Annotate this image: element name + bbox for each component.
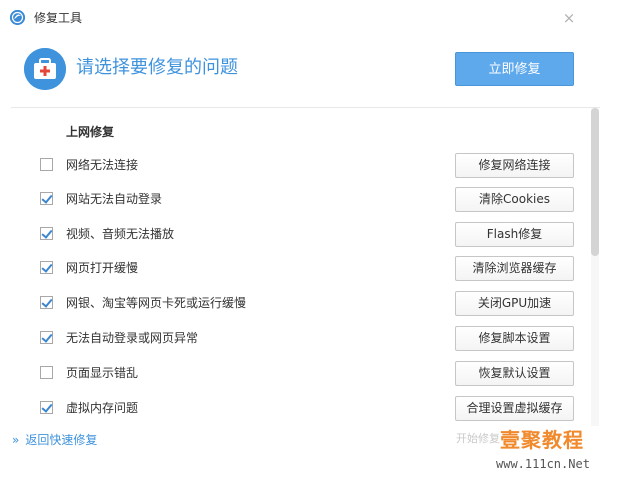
title-bar: 修复工具 × xyxy=(0,0,623,34)
item-repair-button[interactable]: 修复网络连接 xyxy=(455,153,574,178)
list-item: 虚拟内存问题 合理设置虚拟缓存 xyxy=(0,396,600,422)
item-checkbox[interactable] xyxy=(40,401,53,414)
close-button[interactable]: × xyxy=(561,9,577,27)
fix-now-button[interactable]: 立即修复 xyxy=(455,52,574,86)
watermark-hint-text: 开始修复 xyxy=(456,432,500,445)
item-label: 视频、音频无法播放 xyxy=(66,227,175,241)
item-label: 虚拟内存问题 xyxy=(66,401,139,415)
list-item: 页面显示错乱 恢复默认设置 xyxy=(0,361,600,387)
list-item: 视频、音频无法播放 Flash修复 xyxy=(0,222,600,248)
item-label: 页面显示错乱 xyxy=(66,366,139,380)
repair-list: 上网修复 网络无法连接 修复网络连接 网站无法自动登录 清除Cookies 视频… xyxy=(0,108,623,426)
item-repair-button[interactable]: Flash修复 xyxy=(455,222,574,247)
item-label: 网页打开缓慢 xyxy=(66,261,139,275)
back-link-label: 返回快速修复 xyxy=(25,433,98,447)
list-item: 网络无法连接 修复网络连接 xyxy=(0,153,600,179)
list-item: 网银、淘宝等网页卡死或运行缓慢 关闭GPU加速 xyxy=(0,291,600,317)
window-title: 修复工具 xyxy=(34,11,83,25)
item-repair-button[interactable]: 修复脚本设置 xyxy=(455,326,574,351)
page-title: 请选择要修复的问题 xyxy=(76,57,238,78)
list-item: 网站无法自动登录 清除Cookies xyxy=(0,187,600,213)
item-checkbox[interactable] xyxy=(40,192,53,205)
header: 请选择要修复的问题 立即修复 xyxy=(0,34,623,106)
item-repair-button[interactable]: 清除浏览器缓存 xyxy=(455,256,574,281)
item-checkbox[interactable] xyxy=(40,331,53,344)
scrollbar-thumb[interactable] xyxy=(591,108,599,256)
repair-tool-window: 修复工具 × 请选择要修复的问题 立即修复 上网修复 网络无法连接 修复网络连接… xyxy=(0,0,623,480)
item-checkbox[interactable] xyxy=(40,366,53,379)
back-to-quick-repair-link[interactable]: » 返回快速修复 xyxy=(12,432,97,448)
watermark-url: www.111cn.Net xyxy=(496,457,590,471)
item-label: 无法自动登录或网页异常 xyxy=(66,331,199,345)
item-checkbox[interactable] xyxy=(40,296,53,309)
item-label: 网络无法连接 xyxy=(66,158,139,172)
browser-logo-icon xyxy=(10,10,25,25)
item-repair-button[interactable]: 恢复默认设置 xyxy=(455,361,574,386)
list-item: 网页打开缓慢 清除浏览器缓存 xyxy=(0,256,600,282)
item-repair-button[interactable]: 清除Cookies xyxy=(455,187,574,212)
first-aid-kit-icon xyxy=(24,48,66,90)
item-label: 网银、淘宝等网页卡死或运行缓慢 xyxy=(66,296,247,310)
item-checkbox[interactable] xyxy=(40,261,53,274)
section-title: 上网修复 xyxy=(66,125,115,139)
item-checkbox[interactable] xyxy=(40,227,53,240)
double-chevron-icon: » xyxy=(12,433,20,447)
item-label: 网站无法自动登录 xyxy=(66,192,163,206)
item-repair-button[interactable]: 合理设置虚拟缓存 xyxy=(455,396,574,421)
watermark: 开始修复 壹聚教程 www.111cn.Net xyxy=(456,426,622,478)
item-checkbox[interactable] xyxy=(40,158,53,171)
list-item: 无法自动登录或网页异常 修复脚本设置 xyxy=(0,326,600,352)
item-repair-button[interactable]: 关闭GPU加速 xyxy=(455,291,574,316)
watermark-brand: 壹聚教程 xyxy=(500,428,584,452)
